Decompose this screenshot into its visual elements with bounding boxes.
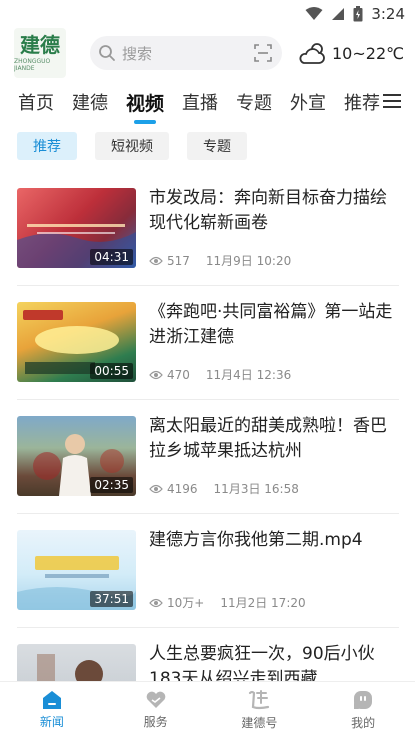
article-meta: 517 11月9日 10:20 [149,252,291,269]
profile-icon [352,689,374,711]
status-bar: 3:24 [0,0,415,28]
publish-date: 11月3日 16:58 [213,482,299,496]
subtab-recommend[interactable]: 推荐 [17,132,77,160]
nav-news[interactable]: 新闻 [0,682,104,737]
nav-jiande-hao[interactable]: 建德号 [208,682,312,737]
jiande-icon [246,689,272,711]
nav-profile-label: 我的 [351,715,376,730]
publish-date: 11月9日 10:20 [205,254,292,268]
article-meta: 4196 11月3日 16:58 [149,480,299,497]
views-eye-icon [149,256,163,266]
weather-temperature: 10~22℃ [332,43,405,63]
tab-recommend[interactable]: 推荐 [344,89,380,115]
search-bar[interactable]: 搜索 [90,36,282,70]
tab-topics[interactable]: 专题 [236,89,272,115]
tab-video[interactable]: 视频 [126,89,164,116]
article-title[interactable]: 离太阳最近的甜美成熟啦！香巴拉乡城苹果抵达杭州 [149,414,397,464]
article-title[interactable]: 《奔跑吧·共同富裕篇》第一站走进浙江建德 [149,300,397,350]
search-placeholder: 搜索 [122,44,153,63]
video-thumbnail[interactable]: 02:35 [17,416,136,496]
nav-jiande-hao-label: 建德号 [241,715,278,730]
logo-subtext: ZHONGGUO JIANDE [14,58,51,72]
search-icon [98,44,116,62]
top-header: 建德 ZHONGGUO JIANDE 搜索 10~22℃ [0,28,415,80]
view-count: 517 [167,253,190,268]
nav-service-label: 服务 [143,714,168,729]
news-icon [41,690,63,710]
article-title[interactable]: 建德方言你我他第二期.mp4 [149,528,397,553]
article-meta: 470 11月4日 12:36 [149,366,291,383]
nav-profile[interactable]: 我的 [311,682,415,737]
tab-home[interactable]: 首页 [18,89,54,115]
cloud-sun-icon [298,40,328,66]
views-eye-icon [149,370,163,380]
publish-date: 11月2日 17:20 [220,596,306,610]
battery-icon [353,6,363,22]
status-time: 3:24 [371,5,405,23]
wifi-icon [305,7,323,21]
video-duration: 00:55 [90,363,133,379]
view-count: 10万+ [167,596,205,610]
service-heart-icon [145,690,167,710]
view-count: 470 [167,367,190,382]
video-subtabs: 推荐 短视频 专题 [17,132,247,160]
scan-icon[interactable] [254,44,272,62]
video-duration: 37:51 [90,591,133,607]
tab-live[interactable]: 直播 [182,89,218,115]
subtab-topics[interactable]: 专题 [187,132,247,160]
video-thumbnail[interactable]: 37:51 [17,530,136,610]
list-item[interactable]: 04:31 市发改局：奔向新目标奋力描绘现代化崭新画卷 517 11月9日 10… [17,172,399,286]
view-count: 4196 [167,481,198,496]
logo-text: 建德 [20,33,60,57]
subtab-short-video[interactable]: 短视频 [95,132,169,160]
article-title[interactable]: 市发改局：奔向新目标奋力描绘现代化崭新画卷 [149,186,397,236]
nav-service[interactable]: 服务 [104,682,208,737]
list-item[interactable]: 00:55 《奔跑吧·共同富裕篇》第一站走进浙江建德 470 11月4日 12:… [17,286,399,400]
category-tabs: 首页 建德 视频 直播 专题 外宣 推荐 [0,80,415,124]
list-item[interactable]: 37:51 建德方言你我他第二期.mp4 10万+ 11月2日 17:20 [17,514,399,628]
article-meta: 10万+ 11月2日 17:20 [149,594,306,611]
views-eye-icon [149,484,163,494]
video-list: 04:31 市发改局：奔向新目标奋力描绘现代化崭新画卷 517 11月9日 10… [17,172,399,742]
video-thumbnail[interactable]: 00:55 [17,302,136,382]
weather-widget[interactable]: 10~22℃ [298,34,404,72]
video-thumbnail[interactable]: 04:31 [17,188,136,268]
video-duration: 04:31 [90,249,133,265]
views-eye-icon [149,598,163,608]
tab-external[interactable]: 外宣 [290,89,326,115]
signal-icon [331,7,345,21]
bottom-navigation: 新闻 服务 建德号 我的 [0,681,415,737]
app-logo[interactable]: 建德 ZHONGGUO JIANDE [14,28,66,78]
menu-icon[interactable] [383,93,401,113]
nav-news-label: 新闻 [39,714,64,729]
video-duration: 02:35 [90,477,133,493]
publish-date: 11月4日 12:36 [205,368,292,382]
tab-jiande[interactable]: 建德 [72,89,108,115]
list-item[interactable]: 02:35 离太阳最近的甜美成熟啦！香巴拉乡城苹果抵达杭州 4196 11月3日… [17,400,399,514]
